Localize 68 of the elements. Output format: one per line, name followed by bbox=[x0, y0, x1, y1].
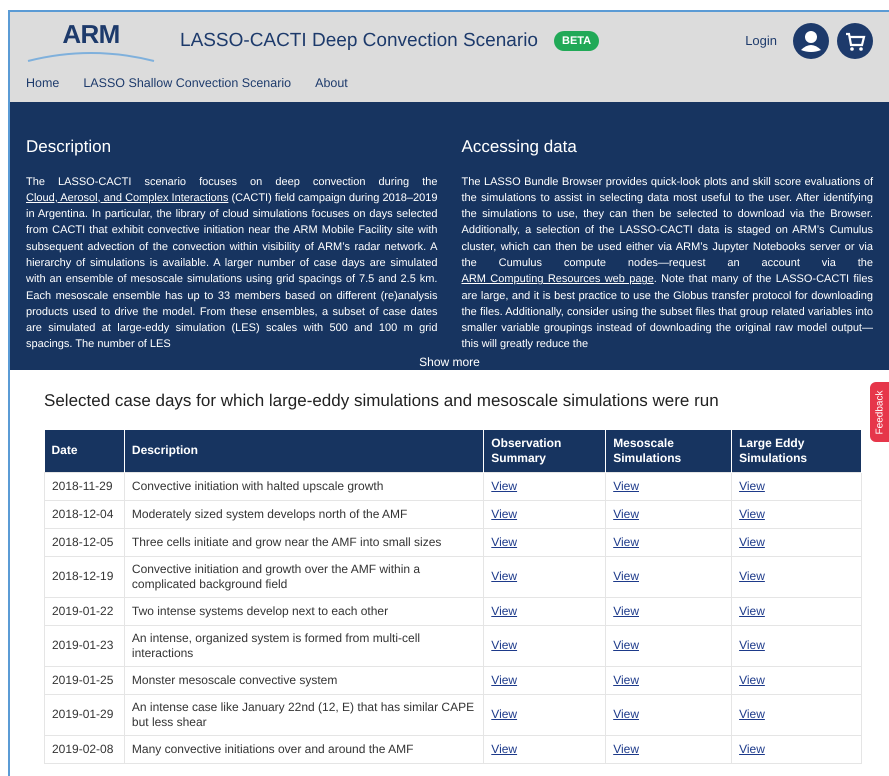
section-paragraph: The LASSO Bundle Browser provides quick-look plots and skill score evaluations of the simulations to assist in selecting data most useful to the user. After identifying the simulations to use, they can then be selected to download via the Browser. Additionally, a selection of the LASSO-CACTI data is staged on ARM’s Cumulus cluster, which can then be used either via ARM’s Jupyter Notebooks server or via the Cumulus compute nodes—request an account via the ARM Computing Resources web page. Note that many of the LASSO-CACTI files are large, and it is best practice to use the Globus transfer protocol for downloading the files. Additionally, consider using the subset files that group related variables into smaller variable groupings instead of downloading the original raw model output—this will greatly reduce the bbox=[462, 174, 873, 352]
view-link[interactable]: View bbox=[613, 672, 639, 686]
date-cell: 2019-01-23 bbox=[44, 625, 124, 666]
view-link[interactable]: View bbox=[739, 506, 765, 520]
view-link[interactable]: View bbox=[491, 672, 518, 686]
description-cell: An intense case like January 22nd (12, E) that has similar CAPE but less shear bbox=[124, 694, 484, 735]
description-cell: Convective initiation and growth over the AMF within a complicated background field bbox=[124, 556, 484, 597]
view-link[interactable]: View bbox=[739, 569, 765, 583]
view-link[interactable]: View bbox=[739, 707, 765, 721]
table-title: Selected case days for which large-eddy simulations and mesoscale simulations were run bbox=[44, 390, 720, 412]
view-link[interactable]: View bbox=[613, 638, 639, 652]
column-header: Description bbox=[124, 430, 484, 472]
view-link[interactable]: View bbox=[613, 742, 639, 756]
description-cell: Convective initiation with halted upscale growth bbox=[124, 472, 484, 500]
view-link[interactable]: View bbox=[491, 742, 518, 756]
view-link[interactable]: View bbox=[739, 672, 765, 686]
text-link[interactable]: Cloud, Aerosol, and Complex Interactions bbox=[26, 192, 228, 204]
view-link[interactable]: View bbox=[613, 604, 639, 618]
description-cell: An intense, organized system is formed from multi-cell interactions bbox=[124, 625, 484, 666]
view-link[interactable]: View bbox=[491, 638, 518, 652]
section-paragraph: The LASSO-CACTI scenario focuses on deep convection during the Cloud, Aerosol, and Complex Interactions (CACTI) field campaign during 2018–2019 in Argentina. In particular, the library of cloud simulations focuses on days selected from CACTI that exhibit convective initiation near the ARM Mobile Facility site with subsequent advection of the convection within visibility of ARM’s radar network. A hierarchy of simulations is available. A larger number of case days are simulated with an ensemble of mesoscale simulations using grid spacings of 7.5 and 2.5 km. Each mesoscale ensemble has up to 33 members based on different (re)analysis products used to drive the model. From these ensembles, a subset of case dates are simulated at large-eddy simulation (LES) scales with 500 and 100 m grid spacings. The number of LES bbox=[26, 174, 438, 352]
cart-icon[interactable] bbox=[837, 23, 873, 59]
view-link[interactable]: View bbox=[739, 638, 765, 652]
arm-logo[interactable]: ARM bbox=[26, 19, 156, 63]
view-link[interactable]: View bbox=[739, 604, 765, 618]
date-cell: 2018-11-29 bbox=[44, 472, 124, 500]
description-cell: Two intense systems develop next to each other bbox=[124, 597, 484, 625]
show-more-button[interactable]: Show more bbox=[419, 352, 480, 371]
account-icon[interactable] bbox=[793, 23, 829, 59]
date-cell: 2018-12-19 bbox=[44, 556, 124, 597]
date-cell: 2018-12-04 bbox=[44, 500, 124, 528]
view-link[interactable]: View bbox=[491, 707, 518, 721]
column-header: Observation Summary bbox=[484, 430, 606, 472]
column-header: Date bbox=[44, 430, 124, 472]
view-link[interactable]: View bbox=[491, 569, 518, 583]
description-cell: Moderately sized system develops north of the AMF bbox=[124, 500, 484, 528]
view-link[interactable]: View bbox=[613, 478, 639, 492]
column-header: Large Eddy Simulations bbox=[732, 430, 862, 472]
nav-link[interactable]: LASSO Shallow Convection Scenario bbox=[83, 74, 292, 93]
date-cell: 2019-02-08 bbox=[44, 735, 124, 763]
view-link[interactable]: View bbox=[491, 604, 518, 618]
view-link[interactable]: View bbox=[739, 742, 765, 756]
section-heading: Accessing data bbox=[462, 136, 578, 158]
nav-link[interactable]: Home bbox=[26, 74, 60, 93]
column-header: Mesoscale Simulations bbox=[606, 430, 732, 472]
view-link[interactable]: View bbox=[491, 506, 518, 520]
login-link[interactable]: Login bbox=[745, 31, 777, 51]
view-link[interactable]: View bbox=[613, 506, 639, 520]
view-link[interactable]: View bbox=[491, 534, 518, 548]
feedback-tab[interactable]: Feedback bbox=[870, 382, 889, 442]
view-link[interactable]: View bbox=[613, 569, 639, 583]
date-cell: 2019-01-22 bbox=[44, 597, 124, 625]
site-title: LASSO-CACTI Deep Convection Scenario bbox=[180, 28, 538, 53]
date-cell: 2019-01-29 bbox=[44, 694, 124, 735]
date-cell: 2019-01-25 bbox=[44, 666, 124, 694]
view-link[interactable]: View bbox=[739, 478, 765, 492]
date-cell: 2018-12-05 bbox=[44, 528, 124, 556]
beta-badge: BETA bbox=[554, 30, 600, 52]
description-cell: Many convective initiations over and around the AMF bbox=[124, 735, 484, 763]
nav-link[interactable]: About bbox=[315, 74, 348, 93]
description-cell: Three cells initiate and grow near the AMF into small sizes bbox=[124, 528, 484, 556]
view-link[interactable]: View bbox=[613, 534, 639, 548]
section-heading: Description bbox=[26, 136, 112, 158]
view-link[interactable]: View bbox=[491, 478, 518, 492]
view-link[interactable]: View bbox=[739, 534, 765, 548]
text-link[interactable]: ARM Computing Resources web page bbox=[462, 273, 654, 286]
view-link[interactable]: View bbox=[613, 707, 639, 721]
description-cell: Monster mesoscale convective system bbox=[124, 666, 484, 694]
